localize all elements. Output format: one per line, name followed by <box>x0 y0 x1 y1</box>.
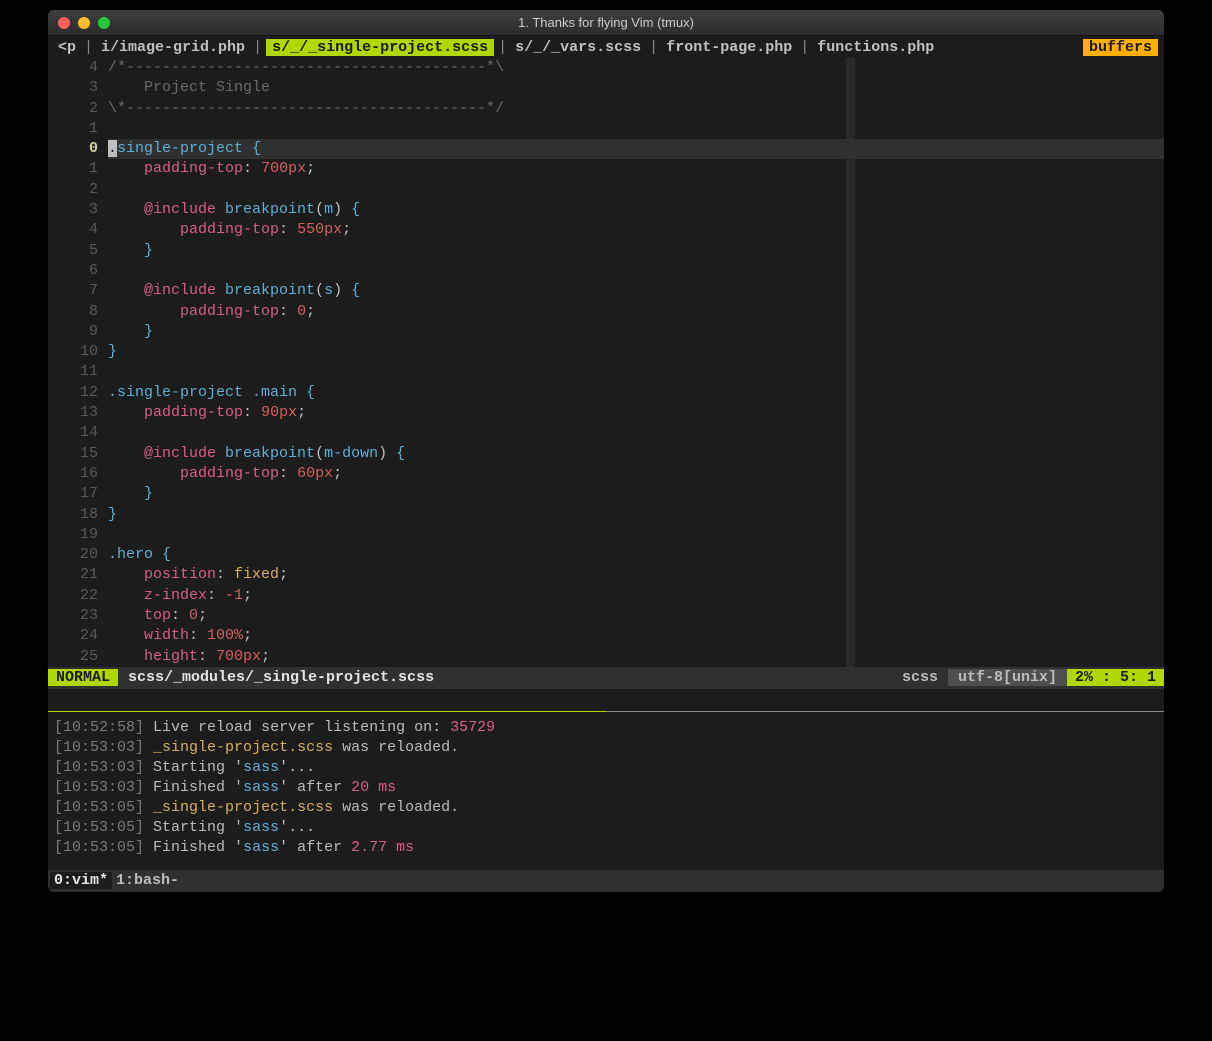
tab-0[interactable]: i/image-grid.php <box>97 39 249 56</box>
tmux-window[interactable]: 0:vim* <box>50 872 112 889</box>
status-filetype: scss <box>892 669 948 686</box>
code-line[interactable]: padding-top: 60px; <box>108 464 1164 484</box>
tmux-window[interactable]: 1:bash- <box>112 872 183 889</box>
line-number: 23 <box>48 606 98 626</box>
status-encoding: utf-8[unix] <box>948 669 1067 686</box>
tab-sep: | <box>249 39 266 56</box>
vim-cmdline[interactable] <box>48 689 1164 709</box>
code-line[interactable]: } <box>108 322 1164 342</box>
line-number-gutter: 4321012345678910111213141516171819202122… <box>48 58 108 667</box>
code-line[interactable]: @include breakpoint(m) { <box>108 200 1164 220</box>
code-line[interactable]: .hero { <box>108 545 1164 565</box>
tab-4[interactable]: functions.php <box>813 39 938 56</box>
tab-1[interactable]: s/_/_single-project.scss <box>266 39 494 56</box>
code-line[interactable] <box>108 362 1164 382</box>
code-line[interactable] <box>108 525 1164 545</box>
code-line[interactable]: padding-top: 90px; <box>108 403 1164 423</box>
terminal-line: [10:53:03] Finished 'sass' after 20 ms <box>54 778 1158 798</box>
line-number: 6 <box>48 261 98 281</box>
line-number: 10 <box>48 342 98 362</box>
code-line[interactable]: \*--------------------------------------… <box>108 99 1164 119</box>
tab-prefix: <p <box>54 39 80 56</box>
line-number: 2 <box>48 180 98 200</box>
code-line[interactable]: /*--------------------------------------… <box>108 58 1164 78</box>
code-line[interactable]: top: 0; <box>108 606 1164 626</box>
code-area[interactable]: /*--------------------------------------… <box>108 58 1164 667</box>
line-number: 20 <box>48 545 98 565</box>
status-position: 2% : 5: 1 <box>1067 669 1164 686</box>
status-file: scss/_modules/_single-project.scss <box>118 669 444 686</box>
buffers-indicator[interactable]: buffers <box>1083 39 1158 56</box>
code-line[interactable]: .single-project .main { <box>108 383 1164 403</box>
tab-sep: | <box>494 39 511 56</box>
line-number: 14 <box>48 423 98 443</box>
buffer-tabline: <p | i/image-grid.php|s/_/_single-projec… <box>48 36 1164 58</box>
code-line[interactable] <box>108 423 1164 443</box>
line-number: 3 <box>48 78 98 98</box>
code-line[interactable]: Project Single <box>108 78 1164 98</box>
line-number: 15 <box>48 444 98 464</box>
line-number: 1 <box>48 119 98 139</box>
line-number: 18 <box>48 505 98 525</box>
code-line[interactable]: } <box>108 241 1164 261</box>
line-number: 8 <box>48 302 98 322</box>
code-line[interactable]: @include breakpoint(m-down) { <box>108 444 1164 464</box>
line-number: 13 <box>48 403 98 423</box>
terminal-line: [10:52:58] Live reload server listening … <box>54 718 1158 738</box>
terminal-pane[interactable]: [10:52:58] Live reload server listening … <box>48 714 1164 860</box>
terminal-line: [10:53:05] Finished 'sass' after 2.77 ms <box>54 838 1158 858</box>
line-number: 5 <box>48 241 98 261</box>
code-line[interactable]: @include breakpoint(s) { <box>108 281 1164 301</box>
line-number: 24 <box>48 626 98 646</box>
line-number: 2 <box>48 99 98 119</box>
line-number: 4 <box>48 58 98 78</box>
tab-sep: | <box>645 39 662 56</box>
line-number: 17 <box>48 484 98 504</box>
tab-3[interactable]: front-page.php <box>662 39 796 56</box>
code-line[interactable] <box>108 180 1164 200</box>
code-line[interactable]: padding-top: 0; <box>108 302 1164 322</box>
code-line[interactable]: } <box>108 342 1164 362</box>
line-number: 22 <box>48 586 98 606</box>
line-number: 19 <box>48 525 98 545</box>
line-number: 12 <box>48 383 98 403</box>
code-line[interactable]: .single-project { <box>108 139 1164 159</box>
code-line[interactable]: z-index: -1; <box>108 586 1164 606</box>
terminal-line: [10:53:03] Starting 'sass'... <box>54 758 1158 778</box>
titlebar[interactable]: 1. Thanks for flying Vim (tmux) <box>48 10 1164 36</box>
vim-statusline: NORMAL scss/_modules/_single-project.scs… <box>48 667 1164 689</box>
terminal-line: [10:53:05] Starting 'sass'... <box>54 818 1158 838</box>
terminal-line: [10:53:05] _single-project.scss was relo… <box>54 798 1158 818</box>
tab-sep: | <box>796 39 813 56</box>
tmux-statusbar: 0:vim*1:bash- <box>48 870 1164 892</box>
mode-indicator: NORMAL <box>48 669 118 686</box>
code-line[interactable]: width: 100%; <box>108 626 1164 646</box>
tab-2[interactable]: s/_/_vars.scss <box>511 39 645 56</box>
code-line[interactable]: padding-top: 550px; <box>108 220 1164 240</box>
tmux-split-divider[interactable] <box>48 709 1164 714</box>
code-line[interactable] <box>108 261 1164 281</box>
line-number: 21 <box>48 565 98 585</box>
line-number: 25 <box>48 647 98 667</box>
code-line[interactable]: height: 700px; <box>108 647 1164 667</box>
line-number: 11 <box>48 362 98 382</box>
code-line[interactable]: } <box>108 505 1164 525</box>
window-title: 1. Thanks for flying Vim (tmux) <box>48 15 1164 30</box>
terminal-line: [10:53:03] _single-project.scss was relo… <box>54 738 1158 758</box>
editor-pane[interactable]: 4321012345678910111213141516171819202122… <box>48 58 1164 667</box>
line-number: 7 <box>48 281 98 301</box>
code-line[interactable]: } <box>108 484 1164 504</box>
code-line[interactable] <box>108 119 1164 139</box>
line-number: 1 <box>48 159 98 179</box>
code-line[interactable]: padding-top: 700px; <box>108 159 1164 179</box>
line-number: 16 <box>48 464 98 484</box>
tab-sep: | <box>80 39 97 56</box>
terminal-window: 1. Thanks for flying Vim (tmux) <p | i/i… <box>48 10 1164 892</box>
line-number: 9 <box>48 322 98 342</box>
code-line[interactable]: position: fixed; <box>108 565 1164 585</box>
line-number: 0 <box>48 139 98 159</box>
line-number: 4 <box>48 220 98 240</box>
line-number: 3 <box>48 200 98 220</box>
